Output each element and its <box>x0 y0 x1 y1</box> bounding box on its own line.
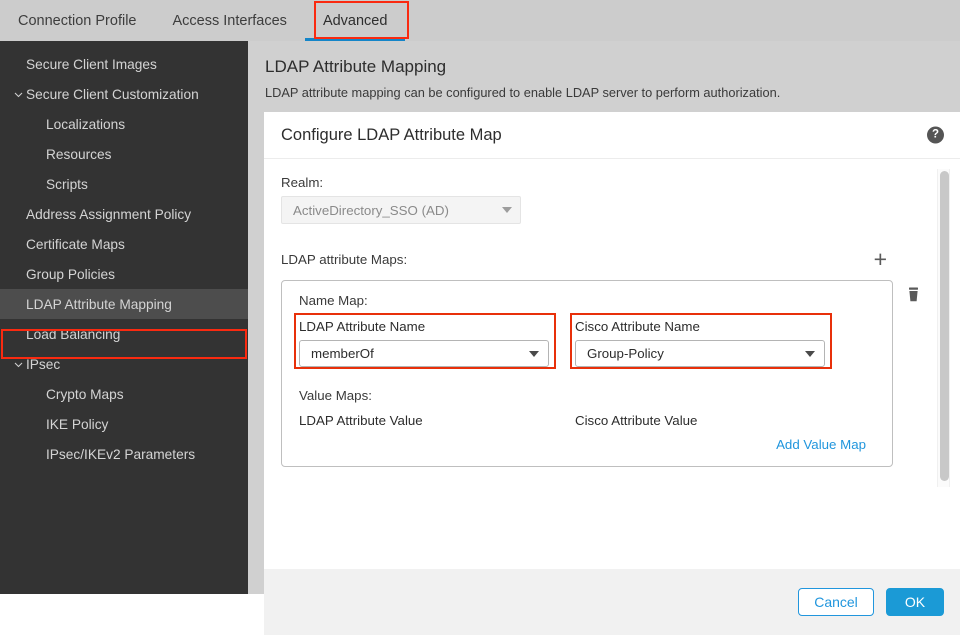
tab-connection-profile[interactable]: Connection Profile <box>0 0 155 41</box>
sidebar-item-label: Resources <box>46 146 112 162</box>
page-title: LDAP Attribute Mapping <box>265 57 447 76</box>
sidebar-item-ike-policy[interactable]: IKE Policy <box>0 409 248 439</box>
card-footer: Cancel OK <box>264 569 960 635</box>
realm-selected-value: ActiveDirectory_SSO (AD) <box>293 202 449 218</box>
tab-label: Advanced <box>322 12 388 29</box>
chevron-down-icon <box>529 350 539 357</box>
tab-bar: Connection Profile Access Interfaces Adv… <box>0 0 960 41</box>
sidebar-item-ipsec-ikev2-parameters[interactable]: IPsec/IKEv2 Parameters <box>0 439 248 469</box>
tab-label: Connection Profile <box>18 12 137 29</box>
name-map-label: Name Map: <box>299 293 368 308</box>
cisco-attribute-value-header: Cisco Attribute Value <box>575 413 698 428</box>
ldap-attribute-maps-label: LDAP attribute Maps: <box>281 252 408 267</box>
configure-ldap-attribute-map-card: Configure LDAP Attribute Map ? Realm: Ac… <box>264 112 960 569</box>
tab-advanced[interactable]: Advanced <box>304 0 406 41</box>
realm-label: Realm: <box>281 175 324 190</box>
sidebar-item-label: Localizations <box>46 116 126 132</box>
cisco-attribute-name-header: Cisco Attribute Name <box>575 319 700 334</box>
sidebar-item-label: Load Balancing <box>26 326 121 342</box>
sidebar-item-label: Crypto Maps <box>46 386 124 402</box>
cancel-button[interactable]: Cancel <box>798 588 874 616</box>
card-header: Configure LDAP Attribute Map ? <box>264 112 960 159</box>
sidebar-item-group-policies[interactable]: Group Policies <box>0 259 248 289</box>
attribute-maps-row: LDAP attribute Maps: + <box>281 248 921 271</box>
name-map-box: Name Map: LDAP Attribute Name memberOf C… <box>281 280 893 467</box>
cisco-attribute-name-dropdown[interactable]: Group-Policy <box>575 340 825 367</box>
page-subtitle: LDAP attribute mapping can be configured… <box>265 85 781 100</box>
ldap-attribute-name-value: memberOf <box>311 346 374 361</box>
ldap-attribute-name-dropdown[interactable]: memberOf <box>299 340 549 367</box>
column-spacer <box>549 319 575 367</box>
sidebar-item-label: IKE Policy <box>46 416 109 432</box>
name-map-columns: LDAP Attribute Name memberOf Cisco Attri… <box>294 313 892 369</box>
chevron-down-icon <box>502 207 512 213</box>
sidebar-item-ldap-attribute-mapping[interactable]: LDAP Attribute Mapping <box>0 289 248 319</box>
sidebar-item-localizations[interactable]: Localizations <box>0 109 248 139</box>
add-value-map-link[interactable]: Add Value Map <box>299 437 892 452</box>
ok-button[interactable]: OK <box>886 588 944 616</box>
sidebar-item-scripts[interactable]: Scripts <box>0 169 248 199</box>
chevron-down-icon <box>10 359 26 370</box>
trash-icon[interactable] <box>906 286 921 308</box>
plus-icon[interactable]: + <box>874 248 887 271</box>
vertical-scrollbar[interactable] <box>937 169 950 487</box>
sidebar-item-label: IPsec <box>26 356 61 372</box>
card-title: Configure LDAP Attribute Map <box>281 125 502 144</box>
realm-dropdown[interactable]: ActiveDirectory_SSO (AD) <box>281 196 521 224</box>
sidebar: Secure Client Images Secure Client Custo… <box>0 41 248 594</box>
tab-access-interfaces[interactable]: Access Interfaces <box>155 0 305 41</box>
ldap-attribute-value-header: LDAP Attribute Value <box>299 413 423 428</box>
sidebar-item-certificate-maps[interactable]: Certificate Maps <box>0 229 248 259</box>
cisco-attribute-name-value: Group-Policy <box>587 346 664 361</box>
tab-label: Access Interfaces <box>172 12 287 29</box>
value-maps-label: Value Maps: <box>299 388 372 403</box>
sidebar-item-ipsec[interactable]: IPsec <box>0 349 248 379</box>
sidebar-item-label: Address Assignment Policy <box>26 206 192 222</box>
sidebar-item-label: LDAP Attribute Mapping <box>26 296 172 312</box>
attribute-map-entry: Name Map: LDAP Attribute Name memberOf C… <box>281 280 921 467</box>
cisco-attribute-name-column: Cisco Attribute Name Group-Policy <box>570 313 832 369</box>
value-maps-section: Value Maps: LDAP Attribute Value Cisco A… <box>299 388 892 452</box>
sidebar-item-label: Secure Client Images <box>26 56 157 72</box>
sidebar-item-secure-client-customization[interactable]: Secure Client Customization <box>0 79 248 109</box>
ldap-attribute-name-column: LDAP Attribute Name memberOf <box>294 313 556 369</box>
sidebar-item-secure-client-images[interactable]: Secure Client Images <box>0 49 248 79</box>
sidebar-item-address-assignment-policy[interactable]: Address Assignment Policy <box>0 199 248 229</box>
card-body: Realm: ActiveDirectory_SSO (AD) LDAP att… <box>264 159 960 569</box>
chevron-down-icon <box>805 350 815 357</box>
sidebar-item-crypto-maps[interactable]: Crypto Maps <box>0 379 248 409</box>
sidebar-item-label: Secure Client Customization <box>26 86 199 102</box>
main-content: LDAP Attribute Mapping LDAP attribute ma… <box>248 41 960 635</box>
sidebar-item-resources[interactable]: Resources <box>0 139 248 169</box>
chevron-down-icon <box>10 89 26 100</box>
sidebar-item-load-balancing[interactable]: Load Balancing <box>0 319 248 349</box>
sidebar-item-label: IPsec/IKEv2 Parameters <box>46 446 196 462</box>
value-maps-headers: LDAP Attribute Value Cisco Attribute Val… <box>299 413 892 428</box>
sidebar-item-label: Certificate Maps <box>26 236 125 252</box>
ldap-attribute-name-header: LDAP Attribute Name <box>299 319 426 334</box>
sidebar-item-label: Group Policies <box>26 266 116 282</box>
sidebar-item-label: Scripts <box>46 176 88 192</box>
question-mark-icon[interactable]: ? <box>927 126 944 144</box>
scrollbar-thumb[interactable] <box>940 171 949 481</box>
